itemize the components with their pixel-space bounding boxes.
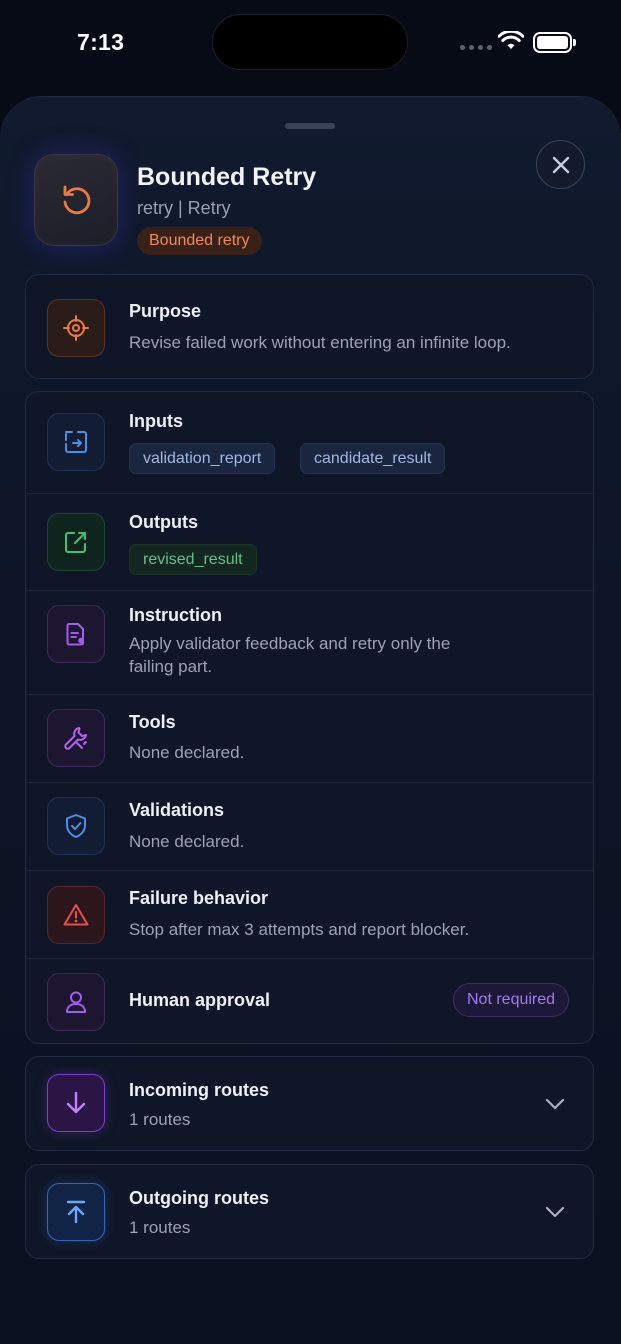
outgoing-routes-card[interactable]: Outgoing routes 1 routes	[25, 1164, 594, 1259]
approval-row: Human approval Not required	[26, 958, 593, 1043]
approval-badge: Not required	[453, 983, 570, 1017]
input-chip: validation_report	[129, 443, 276, 474]
outgoing-title: Outgoing routes	[129, 1188, 269, 1208]
tools-row: Tools None declared.	[26, 694, 593, 782]
instruction-text-line1: Apply validator feedback and retry only …	[129, 634, 451, 653]
approval-title: Human approval	[129, 990, 271, 1010]
tools-title: Tools	[129, 712, 176, 732]
close-button[interactable]	[536, 140, 585, 189]
page-title: Bounded Retry	[137, 163, 317, 191]
incoming-count: 1 routes	[129, 1110, 191, 1129]
close-icon	[552, 156, 569, 173]
incoming-routes-card[interactable]: Incoming routes 1 routes	[25, 1056, 594, 1151]
upload-icon	[47, 1183, 105, 1241]
details-card: Inputs validation_report candidate_resul…	[25, 391, 594, 1044]
retry-icon	[34, 154, 118, 246]
shield-check-icon	[47, 797, 105, 855]
wifi-icon	[498, 31, 524, 49]
node-detail-sheet: Bounded Retry retry | Retry Bounded retr…	[0, 96, 621, 1344]
status-bar: 7:13	[0, 0, 621, 90]
inputs-title: Inputs	[129, 411, 183, 431]
chevron-down-icon[interactable]	[545, 1206, 565, 1218]
arrow-down-icon	[47, 1074, 105, 1132]
purpose-card: Purpose Revise failed work without enter…	[25, 274, 594, 379]
chevron-down-icon[interactable]	[545, 1098, 565, 1110]
instruction-text-line2: failing part.	[129, 657, 213, 676]
signal-icon	[460, 45, 492, 50]
external-link-icon	[47, 513, 105, 571]
dynamic-island	[212, 14, 408, 70]
input-chip: candidate_result	[300, 443, 446, 474]
status-time: 7:13	[77, 29, 125, 55]
failure-title: Failure behavior	[129, 888, 269, 908]
failure-text: Stop after max 3 attempts and report blo…	[129, 920, 470, 939]
input-icon	[47, 413, 105, 471]
user-icon	[47, 973, 105, 1031]
page-subtitle: retry | Retry	[137, 198, 231, 218]
document-icon	[47, 605, 105, 663]
target-icon	[47, 299, 105, 357]
tools-text: None declared.	[129, 743, 245, 762]
validations-text: None declared.	[129, 832, 245, 851]
wrench-icon	[47, 709, 105, 767]
instruction-row: Instruction Apply validator feedback and…	[26, 590, 593, 694]
failure-row: Failure behavior Stop after max 3 attemp…	[26, 870, 593, 958]
outgoing-count: 1 routes	[129, 1218, 191, 1237]
purpose-text: Revise failed work without entering an i…	[129, 333, 511, 352]
outputs-title: Outputs	[129, 512, 198, 532]
instruction-title: Instruction	[129, 605, 222, 625]
sheet-grabber[interactable]	[285, 123, 335, 129]
validations-row: Validations None declared.	[26, 782, 593, 870]
incoming-title: Incoming routes	[129, 1080, 270, 1100]
type-badge: Bounded retry	[137, 227, 262, 255]
validations-title: Validations	[129, 800, 225, 820]
outputs-row: Outputs revised_result	[26, 493, 593, 590]
output-chip: revised_result	[129, 544, 257, 575]
purpose-title: Purpose	[129, 301, 202, 321]
battery-icon	[533, 32, 576, 53]
inputs-row: Inputs validation_report candidate_resul…	[26, 392, 593, 493]
warning-icon	[47, 886, 105, 944]
